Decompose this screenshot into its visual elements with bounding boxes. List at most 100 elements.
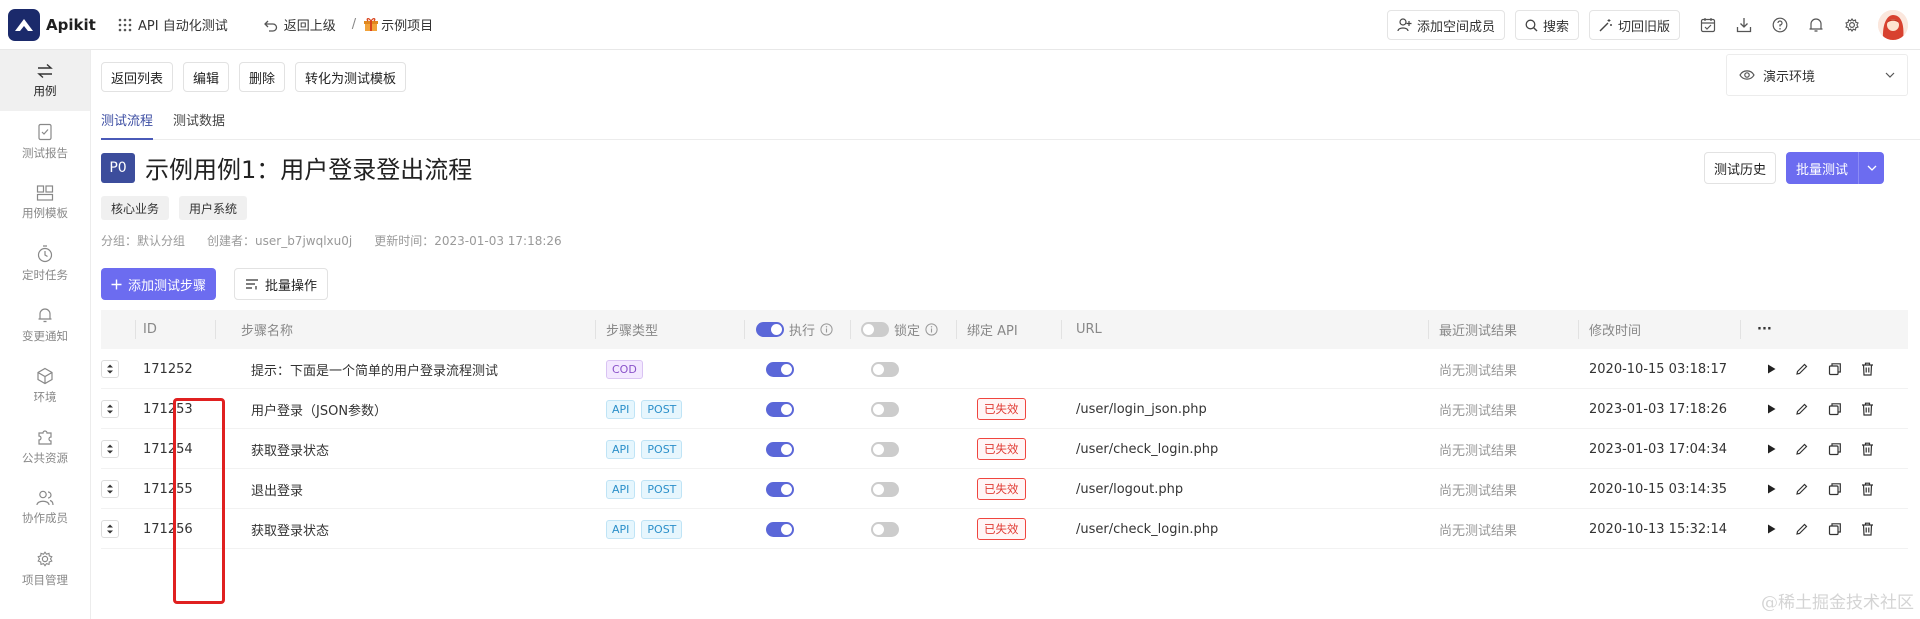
edit-pencil-icon[interactable]	[1795, 442, 1809, 456]
switch-old-version-button[interactable]: 切回旧版	[1588, 10, 1680, 40]
sidebar-item-project-settings[interactable]: 项目管理	[0, 538, 90, 599]
environment-select[interactable]: 演示环境	[1726, 54, 1908, 96]
convert-to-template-button[interactable]: 转化为测试模板	[295, 62, 407, 92]
table-row[interactable]: 171253 用户登录（JSON参数） API POST 已失效 /user/lo…	[101, 389, 1908, 429]
exec-toggle[interactable]	[766, 521, 794, 537]
trash-icon[interactable]	[1861, 442, 1874, 456]
drag-handle-icon[interactable]	[101, 480, 119, 498]
sidebar-item-public-resources[interactable]: 公共资源	[0, 416, 90, 477]
exec-cell	[766, 349, 794, 389]
lock-all-toggle[interactable]	[861, 322, 889, 337]
sidebar-item-label: 定时任务	[22, 267, 68, 282]
edit-button[interactable]: 编辑	[183, 62, 230, 92]
sidebar-item-scheduled-tasks[interactable]: 定时任务	[0, 233, 90, 294]
exec-toggle[interactable]	[766, 361, 794, 377]
exec-toggle[interactable]	[766, 401, 794, 417]
drag-handle-icon[interactable]	[101, 360, 119, 378]
table-row[interactable]: 171255 退出登录 API POST 已失效 /user/logout.php…	[101, 469, 1908, 509]
header-last-result: 最近测试结果	[1439, 324, 1518, 339]
step-name[interactable]: 获取登录状态	[251, 429, 329, 469]
creator-info: 创建者：user_b7jwqlxu0j	[207, 233, 353, 248]
drag-handle-icon[interactable]	[101, 520, 119, 538]
workspace-switcher[interactable]: API 自动化测试	[118, 15, 228, 34]
brand-logo[interactable]: Apikit	[8, 8, 108, 41]
back-to-list-button[interactable]: 返回列表	[101, 62, 174, 92]
bell-icon	[37, 306, 53, 324]
sidebar-item-reports[interactable]: 测试报告	[0, 111, 90, 172]
run-play-icon[interactable]	[1767, 364, 1776, 374]
edit-pencil-icon[interactable]	[1795, 402, 1809, 416]
step-name[interactable]: 用户登录（JSON参数）	[251, 389, 387, 429]
edit-pencil-icon[interactable]	[1795, 522, 1809, 536]
copy-icon[interactable]	[1828, 362, 1842, 376]
edit-pencil-icon[interactable]	[1795, 482, 1809, 496]
back-up-link[interactable]: 返回上级	[263, 15, 336, 34]
table-row[interactable]: 171256 获取登录状态 API POST 已失效 /user/check_lo…	[101, 509, 1908, 549]
search-button[interactable]: 搜索	[1514, 10, 1579, 40]
chevron-down-icon[interactable]	[1858, 152, 1884, 184]
test-history-button[interactable]: 测试历史	[1703, 152, 1776, 184]
watermark: @稀土掘金技术社区	[1761, 593, 1914, 613]
exec-toggle[interactable]	[766, 481, 794, 497]
delete-button[interactable]: 删除	[239, 62, 286, 92]
trash-icon[interactable]	[1861, 522, 1874, 536]
sidebar-item-cases[interactable]: 用例	[0, 50, 90, 111]
run-play-icon[interactable]	[1767, 444, 1776, 454]
add-test-step-button[interactable]: 添加测试步骤	[101, 268, 217, 300]
batch-test-label: 批量测试	[1795, 162, 1848, 178]
lock-toggle[interactable]	[871, 521, 899, 537]
download-icon[interactable]	[1733, 14, 1755, 36]
lock-toggle[interactable]	[871, 401, 899, 417]
run-play-icon[interactable]	[1767, 484, 1776, 494]
step-url: /user/check_login.php	[1076, 441, 1219, 457]
step-name[interactable]: 获取登录状态	[251, 509, 329, 549]
tab-test-data[interactable]: 测试数据	[173, 108, 225, 140]
bind-status-badge: 已失效	[977, 518, 1026, 540]
sidebar-item-notifications[interactable]: 变更通知	[0, 294, 90, 355]
calendar-check-icon[interactable]	[1697, 14, 1719, 36]
lock-toggle[interactable]	[871, 361, 899, 377]
magic-wand-icon	[1599, 18, 1613, 32]
trash-icon[interactable]	[1861, 402, 1874, 416]
step-type: API POST	[606, 389, 683, 429]
user-avatar[interactable]	[1878, 10, 1908, 40]
copy-icon[interactable]	[1828, 482, 1842, 496]
puzzle-icon	[36, 428, 54, 446]
help-icon[interactable]	[1769, 14, 1791, 36]
trash-icon[interactable]	[1861, 362, 1874, 376]
header-lock-label: 锁定	[894, 324, 921, 339]
settings-gear-icon[interactable]	[1841, 14, 1863, 36]
trash-icon[interactable]	[1861, 482, 1874, 496]
drag-handle-icon[interactable]	[101, 440, 119, 458]
edit-pencil-icon[interactable]	[1795, 362, 1809, 376]
drag-cell	[101, 349, 119, 389]
lock-toggle[interactable]	[871, 481, 899, 497]
sidebar-item-templates[interactable]: 用例模板	[0, 172, 90, 233]
lock-cell	[871, 429, 899, 469]
sidebar-item-environment[interactable]: 环境	[0, 355, 90, 416]
modified-time: 2023-01-03 17:04:34	[1589, 441, 1728, 457]
project-breadcrumb[interactable]: 示例项目	[364, 15, 433, 34]
exec-toggle[interactable]	[766, 441, 794, 457]
batch-test-button[interactable]: 批量测试	[1785, 152, 1884, 184]
more-columns-button[interactable]: ···	[1757, 310, 1772, 349]
add-member-button[interactable]: 添加空间成员	[1386, 10, 1505, 40]
step-name[interactable]: 提示：下面是一个简单的用户登录流程测试	[251, 349, 498, 389]
notification-bell-icon[interactable]	[1805, 14, 1827, 36]
table-row[interactable]: 171252 提示：下面是一个简单的用户登录流程测试 COD 尚无测试结果 20…	[101, 349, 1908, 389]
lock-toggle[interactable]	[871, 441, 899, 457]
sidebar-item-members[interactable]: 协作成员	[0, 477, 90, 538]
tab-test-flow[interactable]: 测试流程	[101, 108, 154, 140]
table-row[interactable]: 171254 获取登录状态 API POST 已失效 /user/check_lo…	[101, 429, 1908, 469]
copy-icon[interactable]	[1828, 522, 1842, 536]
plus-icon	[111, 279, 122, 290]
step-name[interactable]: 退出登录	[251, 469, 303, 509]
run-play-icon[interactable]	[1767, 404, 1776, 414]
copy-icon[interactable]	[1828, 402, 1842, 416]
copy-icon[interactable]	[1828, 442, 1842, 456]
exec-all-toggle[interactable]	[756, 322, 784, 337]
drag-handle-icon[interactable]	[101, 400, 119, 418]
batch-operation-button[interactable]: 批量操作	[234, 268, 329, 300]
run-play-icon[interactable]	[1767, 524, 1776, 534]
swap-icon	[36, 63, 54, 79]
